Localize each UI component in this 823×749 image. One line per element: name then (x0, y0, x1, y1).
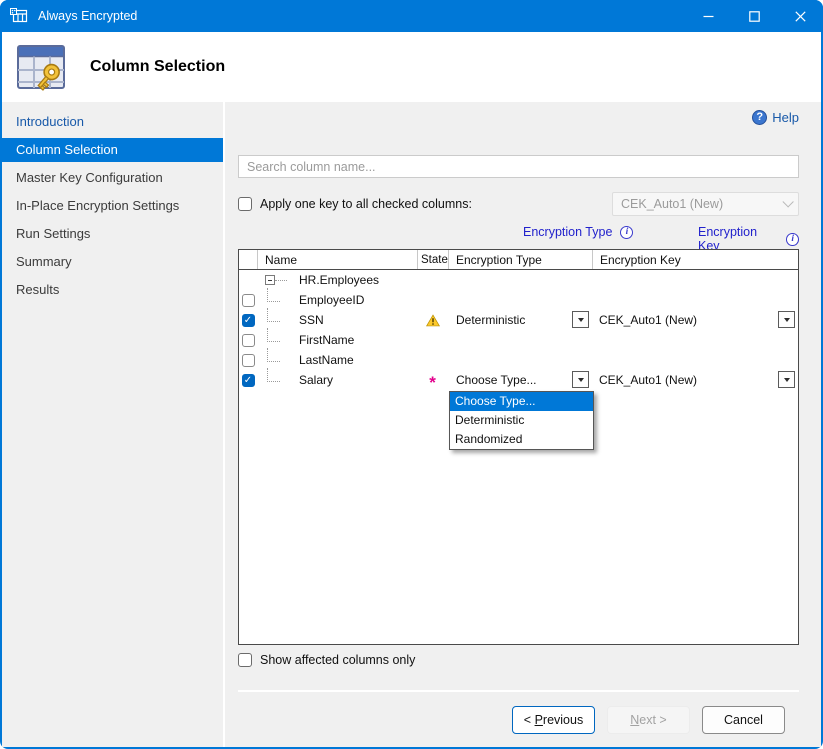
dropdown-option-choose-type[interactable]: Choose Type... (450, 392, 593, 411)
encryption-key-dropdown-button[interactable] (778, 371, 795, 388)
apply-key-row: Apply one key to all checked columns: CE… (238, 192, 799, 216)
tree-guide (267, 368, 280, 382)
header-checkbox-column (239, 250, 257, 269)
sidebar-item-column-selection[interactable]: Column Selection (2, 138, 223, 162)
help-label: Help (772, 110, 799, 125)
column-name: Salary (299, 373, 333, 387)
warning-icon (426, 314, 440, 327)
dropdown-option-randomized[interactable]: Randomized (450, 430, 593, 449)
page-title: Column Selection (90, 58, 225, 76)
next-button-rest: ext > (639, 713, 666, 727)
table-key-icon (14, 40, 68, 94)
help-icon: ? (752, 110, 767, 125)
next-button-accesskey: N (630, 713, 639, 727)
columns-table: Name State Encryption Type Encryption Ke… (238, 249, 799, 645)
titlebar: Always Encrypted (0, 0, 823, 32)
table-row: ✓ Salary * Choose Type... CEK_Auto1 (New… (239, 370, 798, 390)
previous-button-rest: revious (543, 713, 583, 727)
column-links-row: Encryption Type i Encryption Key i (238, 225, 799, 242)
table-row: LastName (239, 350, 798, 370)
content-spacer (238, 667, 799, 690)
wizard-steps-sidebar: Introduction Column Selection Master Key… (2, 102, 225, 747)
previous-button[interactable]: < Previous (512, 706, 595, 734)
minimize-icon (703, 11, 714, 22)
encryption-key-info-icon[interactable]: i (786, 233, 799, 246)
sidebar-item-run-settings: Run Settings (2, 222, 223, 246)
sidebar-item-results: Results (2, 278, 223, 302)
row-checkbox-ssn[interactable]: ✓ (242, 314, 255, 327)
show-affected-label: Show affected columns only (260, 653, 415, 667)
close-button[interactable] (777, 0, 823, 32)
window-title: Always Encrypted (38, 9, 137, 23)
dropdown-arrow-icon (784, 378, 790, 382)
app-table-key-icon (10, 8, 28, 24)
encryption-key-dropdown-button[interactable] (778, 311, 795, 328)
wizard-header: Column Selection (2, 32, 821, 102)
previous-button-accesskey: P (535, 713, 543, 727)
footer-button-bar: < Previous Next > Cancel (238, 690, 799, 747)
apply-key-combo: CEK_Auto1 (New) (612, 192, 799, 216)
row-checkbox-salary[interactable]: ✓ (242, 374, 255, 387)
sidebar-item-introduction[interactable]: Introduction (2, 110, 223, 134)
dropdown-arrow-icon (578, 318, 584, 322)
apply-key-label: Apply one key to all checked columns: (260, 197, 612, 211)
header-state: State (417, 250, 448, 269)
cancel-button[interactable]: Cancel (702, 706, 785, 734)
tree-guide (275, 280, 287, 281)
maximize-icon (749, 11, 760, 22)
column-name: FirstName (299, 333, 354, 347)
header-name: Name (257, 250, 417, 269)
encryption-type-value: Deterministic (448, 313, 525, 327)
column-name: LastName (299, 353, 354, 367)
table-group-label: HR.Employees (299, 273, 379, 287)
header-encryption-key: Encryption Key (592, 250, 798, 269)
required-asterisk-icon: * (429, 378, 436, 388)
next-button[interactable]: Next > (607, 706, 690, 734)
apply-key-checkbox[interactable] (238, 197, 252, 211)
collapse-minus-icon[interactable] (265, 275, 275, 285)
column-name: EmployeeID (299, 293, 364, 307)
encryption-key-value: CEK_Auto1 (New) (592, 373, 697, 387)
sidebar-item-in-place-encryption-settings: In-Place Encryption Settings (2, 194, 223, 218)
always-encrypted-wizard-window: Always Encrypted (0, 0, 823, 749)
search-input[interactable] (238, 155, 799, 178)
dropdown-arrow-icon (784, 318, 790, 322)
table-row-group: HR.Employees (239, 270, 798, 290)
previous-button-prefix: < (524, 713, 535, 727)
tree-guide (267, 288, 280, 302)
table-header-row: Name State Encryption Type Encryption Ke… (239, 250, 798, 270)
dropdown-arrow-icon (578, 378, 584, 382)
show-affected-row: Show affected columns only (238, 653, 799, 667)
sidebar-item-summary: Summary (2, 250, 223, 274)
column-name: SSN (299, 313, 324, 327)
tree-guide (267, 328, 280, 342)
content-pane: ? Help Apply one key to all checked colu… (225, 102, 821, 747)
row-checkbox-firstname[interactable] (242, 334, 255, 347)
table-row: EmployeeID (239, 290, 798, 310)
close-icon (795, 11, 806, 22)
encryption-type-link[interactable]: Encryption Type (523, 225, 612, 239)
tree-guide (267, 348, 280, 362)
encryption-type-dropdown-list: Choose Type... Deterministic Randomized (449, 391, 594, 450)
encryption-type-info-icon[interactable]: i (620, 226, 633, 239)
sidebar-item-master-key-configuration: Master Key Configuration (2, 166, 223, 190)
dropdown-option-deterministic[interactable]: Deterministic (450, 411, 593, 430)
wizard-body: Introduction Column Selection Master Key… (2, 102, 821, 747)
encryption-type-dropdown-button[interactable] (572, 371, 589, 388)
help-link[interactable]: ? Help (238, 108, 799, 126)
encryption-key-value: CEK_Auto1 (New) (592, 313, 697, 327)
encryption-type-value: Choose Type... (448, 373, 537, 387)
apply-key-combo-value: CEK_Auto1 (New) (621, 197, 782, 211)
row-checkbox-employeeid[interactable] (242, 294, 255, 307)
show-affected-checkbox[interactable] (238, 653, 252, 667)
row-checkbox-lastname[interactable] (242, 354, 255, 367)
minimize-button[interactable] (685, 0, 731, 32)
encryption-type-dropdown-button[interactable] (572, 311, 589, 328)
maximize-button[interactable] (731, 0, 777, 32)
header-encryption-type: Encryption Type (448, 250, 592, 269)
chevron-down-icon (782, 196, 793, 207)
tree-guide (267, 308, 280, 322)
table-row: FirstName (239, 330, 798, 350)
table-row: ✓ SSN Deterministic (239, 310, 798, 330)
